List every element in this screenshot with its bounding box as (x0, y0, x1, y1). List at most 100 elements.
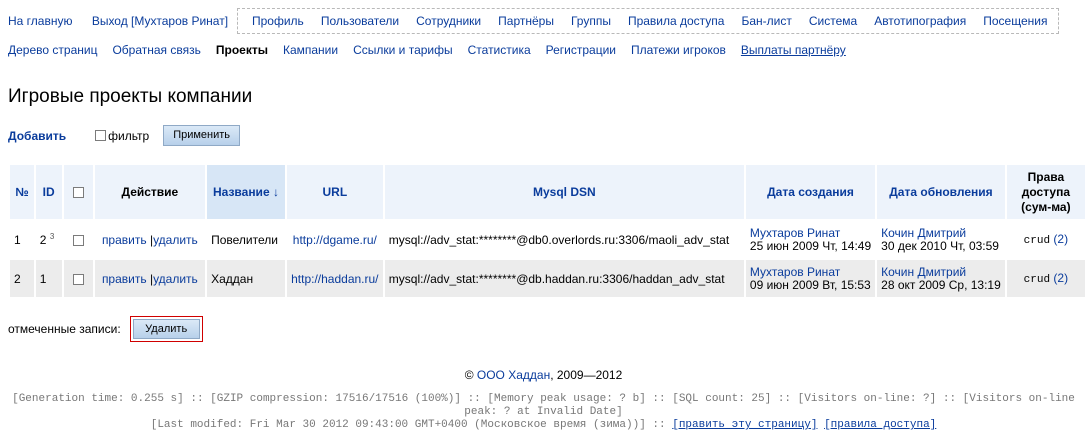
select-all-checkbox[interactable] (72, 187, 84, 199)
updated-at: 28 окт 2009 Ср, 13:19 (881, 277, 1001, 292)
subnav-projects: Проекты (215, 43, 268, 57)
subnav-partner-payouts[interactable]: Выплаты партнёру (741, 43, 846, 57)
main-menu: Профиль Пользователи Сотрудники Партнёры… (237, 8, 1059, 34)
table-header-row: № ID Действие Название ↓ URL Mysql DSN Д… (10, 165, 1085, 219)
row-num: 1 (10, 221, 34, 258)
col-id[interactable]: ID (35, 165, 62, 219)
debug-info: [Generation time: 0.255 s] :: [GZIP comp… (0, 393, 1087, 432)
row-id: 2 3 (35, 221, 62, 258)
col-name[interactable]: Название ↓ (207, 165, 285, 219)
row-select (63, 221, 93, 258)
row-actions: править |удалить (94, 260, 206, 297)
row-id: 1 (35, 260, 62, 297)
debug-line-2: [Last modifed: Fri Mar 30 2012 09:43:00 … (0, 419, 1087, 432)
subnav-campaigns[interactable]: Кампании (283, 43, 338, 57)
subnav-links-tariffs[interactable]: Ссылки и тарифы (353, 43, 453, 57)
subnav-feedback[interactable]: Обратная связь (112, 43, 200, 57)
row-updated: Кочин Дмитрий 28 окт 2009 Ср, 13:19 (877, 260, 1005, 297)
subnav-statistics[interactable]: Статистика (468, 43, 531, 57)
menu-item-ban-list[interactable]: Бан-лист (741, 14, 791, 28)
copyright-sign: © (464, 368, 474, 382)
updated-by-link[interactable]: Кочин Дмитрий (881, 226, 966, 240)
actions-bar: Добавить фильтр Применить (8, 125, 241, 146)
subnav-player-payments[interactable]: Платежи игроков (631, 43, 726, 57)
menu-item-partners[interactable]: Партнёры (498, 14, 554, 28)
filter-toggle[interactable]: фильтр (93, 129, 149, 143)
col-updated[interactable]: Дата обновления (877, 165, 1005, 219)
projects-table: № ID Действие Название ↓ URL Mysql DSN Д… (8, 163, 1087, 299)
row-url: http://haddan.ru/ (286, 260, 383, 297)
footer: © ООО Хаддан, 2009—2012 (0, 368, 1087, 382)
marked-records-label: отмеченные записи: (8, 322, 121, 336)
row-rights: crud (2) (1006, 260, 1085, 297)
filter-label: фильтр (108, 128, 150, 143)
col-select-all (63, 165, 93, 219)
menu-item-groups[interactable]: Группы (571, 14, 611, 28)
col-dsn[interactable]: Mysql DSN (384, 165, 744, 219)
company-link[interactable]: ООО Хаддан (477, 368, 550, 382)
edit-page-link[interactable]: [править эту страницу] (672, 419, 817, 431)
url-link[interactable]: http://haddan.ru/ (291, 272, 378, 286)
row-checkbox[interactable] (72, 273, 84, 285)
menu-item-users[interactable]: Пользователи (321, 14, 399, 28)
table-row: 2 1 править |удалить Хаддан http://hadda… (10, 260, 1085, 297)
row-name: Хаддан (207, 260, 285, 297)
subnav-page-tree[interactable]: Дерево страниц (8, 43, 97, 57)
logout-link[interactable]: Выход [Мухтаров Ринат] (92, 14, 228, 28)
updated-by-link[interactable]: Кочин Дмитрий (881, 265, 966, 279)
last-modified: [Last modifed: Fri Mar 30 2012 09:43:00 … (150, 419, 666, 431)
copyright-years: , 2009—2012 (550, 368, 623, 382)
home-link[interactable]: На главную (8, 14, 72, 28)
edit-link[interactable]: править (102, 272, 147, 286)
row-url: http://dgame.ru/ (286, 221, 383, 258)
page-title: Игровые проекты компании (8, 86, 253, 107)
row-dsn: mysql://adv_stat:********@db.haddan.ru:3… (384, 260, 744, 297)
row-checkbox[interactable] (72, 234, 84, 246)
add-button[interactable]: Добавить (8, 129, 66, 143)
delete-link[interactable]: удалить (153, 233, 198, 247)
top-bar: На главную Выход [Мухтаров Ринат] (8, 8, 244, 34)
row-created: Мухтаров Ринат 09 июн 2009 Вт, 15:53 (745, 260, 876, 297)
col-action: Действие (94, 165, 206, 219)
row-select (63, 260, 93, 297)
rights-count-link[interactable]: (2) (1053, 271, 1068, 285)
col-url[interactable]: URL (286, 165, 383, 219)
menu-item-staff[interactable]: Сотрудники (416, 14, 481, 28)
row-name: Повелители (207, 221, 285, 258)
row-rights: crud (2) (1006, 221, 1085, 258)
access-rules-link[interactable]: [правила доступа] (824, 419, 936, 431)
row-id-value: 1 (39, 272, 47, 286)
apply-button[interactable]: Применить (163, 125, 241, 146)
menu-item-access-rules[interactable]: Правила доступа (628, 14, 725, 28)
table-row: 1 2 3 править |удалить Повелители http:/… (10, 221, 1085, 258)
delete-link[interactable]: удалить (153, 272, 198, 286)
created-at: 25 июн 2009 Чт, 14:49 (749, 238, 872, 253)
filter-checkbox[interactable] (95, 130, 107, 141)
subnav-registrations[interactable]: Регистрации (546, 43, 616, 57)
rights-count-link[interactable]: (2) (1053, 232, 1068, 246)
top-left-links: На главную Выход [Мухтаров Ринат] (8, 14, 244, 28)
row-id-sup: 3 (49, 232, 55, 241)
col-created[interactable]: Дата создания (745, 165, 876, 219)
debug-line-1: [Generation time: 0.255 s] :: [GZIP comp… (12, 393, 1075, 418)
rights-value: crud (1023, 235, 1051, 247)
created-by-link[interactable]: Мухтаров Ринат (750, 226, 840, 240)
marked-records-bar: отмеченные записи: Удалить (8, 316, 203, 342)
delete-selected-button[interactable]: Удалить (132, 319, 200, 339)
rights-value: crud (1023, 274, 1051, 286)
created-at: 09 июн 2009 Вт, 15:53 (749, 277, 871, 292)
menu-item-visits[interactable]: Посещения (983, 14, 1047, 28)
row-num: 2 (10, 260, 34, 297)
row-updated: Кочин Дмитрий 30 дек 2010 Чт, 03:59 (877, 221, 1005, 258)
edit-link[interactable]: править (102, 233, 147, 247)
col-num[interactable]: № (10, 165, 34, 219)
created-by-link[interactable]: Мухтаров Ринат (750, 265, 840, 279)
menu-item-profile[interactable]: Профиль (252, 14, 304, 28)
updated-at: 30 дек 2010 Чт, 03:59 (881, 238, 999, 253)
url-link[interactable]: http://dgame.ru/ (293, 233, 377, 247)
row-created: Мухтаров Ринат 25 июн 2009 Чт, 14:49 (745, 221, 876, 258)
sub-navigation: Дерево страниц Обратная связь Проекты Ка… (8, 43, 861, 57)
row-id-value: 2 (39, 233, 47, 247)
menu-item-system[interactable]: Система (809, 14, 857, 28)
menu-item-autotypography[interactable]: Автотипография (874, 14, 966, 28)
